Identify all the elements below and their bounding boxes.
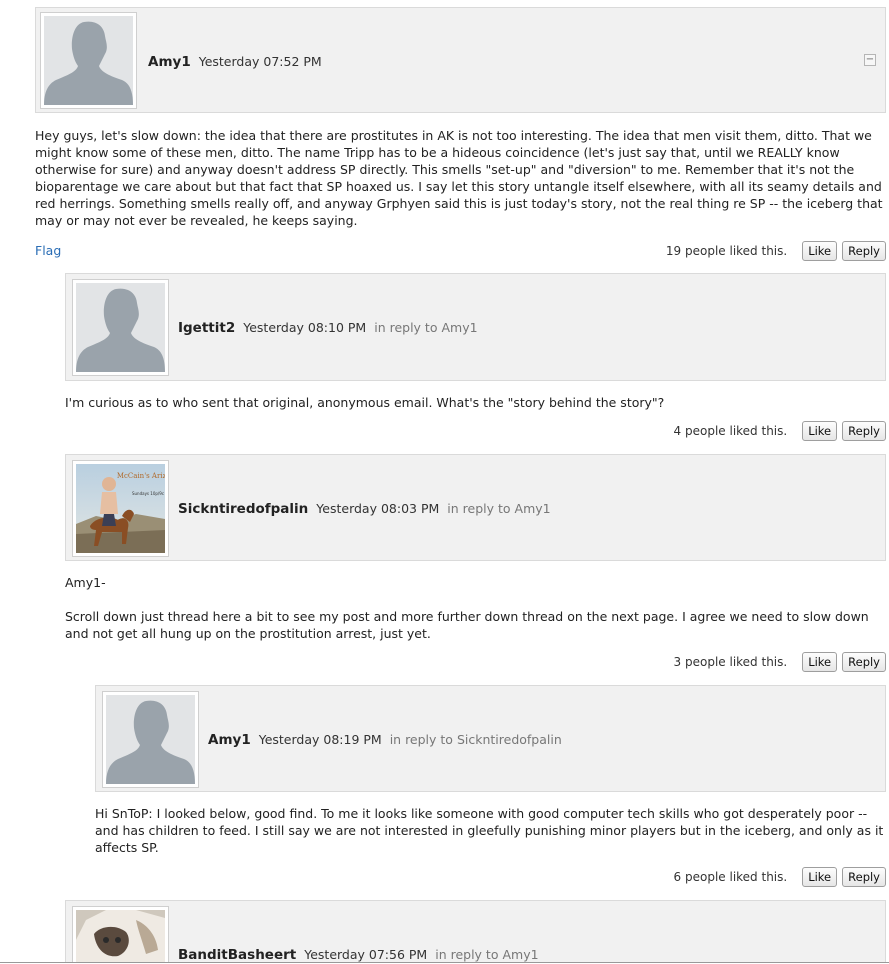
- reply-to: in reply to Amy1: [435, 947, 538, 962]
- reply-to: in reply to Sickntiredofpalin: [390, 732, 562, 747]
- comment-header: Igettit2 Yesterday 08:10 PM in reply to Am…: [65, 273, 886, 381]
- comment-header: Amy1 Yesterday 08:19 PM in reply to Sicknt…: [95, 685, 886, 792]
- comment-timestamp: Yesterday 07:56 PM: [304, 947, 428, 962]
- comment-actions: 19 people liked this. Like Reply: [666, 241, 886, 261]
- flag-link[interactable]: Flag: [35, 243, 61, 258]
- comment-author[interactable]: Amy1: [208, 732, 251, 748]
- reply-button[interactable]: Reply: [842, 867, 886, 887]
- comment-header: BanditBasheert Yesterday 07:56 PM in reply…: [65, 900, 886, 962]
- comment-actions: 3 people liked this. Like Reply: [674, 652, 886, 672]
- comment-actions: 4 people liked this. Like Reply: [674, 421, 886, 441]
- cat-photo-avatar-icon: [76, 910, 165, 962]
- comment-body: Hi SnToP: I looked below, good find. To …: [95, 805, 886, 873]
- default-avatar-icon: [106, 695, 195, 784]
- like-count: 6 people liked this.: [673, 870, 788, 884]
- comment: Amy1 Yesterday 08:19 PM in reply to Sicknt…: [95, 685, 886, 890]
- reply-button[interactable]: Reply: [842, 421, 886, 441]
- avatar[interactable]: [102, 691, 199, 788]
- like-button[interactable]: Like: [802, 652, 838, 672]
- reply-button[interactable]: Reply: [842, 241, 886, 261]
- avatar-subcaption: Sundays 10p/9c: [132, 491, 164, 496]
- like-count: 4 people liked this.: [673, 424, 788, 438]
- comment-timestamp: Yesterday 07:52 PM: [198, 54, 322, 69]
- reply-to-prefix: in reply to: [389, 732, 453, 747]
- comment: McCain's Arizona Sundays 10p/9c Sickntir…: [65, 454, 886, 674]
- reply-to-link[interactable]: Amy1: [441, 320, 477, 335]
- default-avatar-icon: [44, 16, 133, 105]
- reply-to-prefix: in reply to: [447, 501, 511, 516]
- reply-button[interactable]: Reply: [842, 652, 886, 672]
- comment-timestamp: Yesterday 08:19 PM: [258, 732, 382, 747]
- reply-to: in reply to Amy1: [374, 320, 477, 335]
- like-button[interactable]: Like: [802, 241, 838, 261]
- like-count: 19 people liked this.: [665, 244, 788, 258]
- viewport-bottom-border: [0, 962, 889, 963]
- avatar[interactable]: McCain's Arizona Sundays 10p/9c: [72, 460, 169, 557]
- comment: Igettit2 Yesterday 08:10 PM in reply to Am…: [65, 273, 886, 443]
- comment-actions: 6 people liked this. Like Reply: [674, 867, 886, 887]
- comment-author[interactable]: Sickntiredofpalin: [178, 501, 308, 517]
- comment-text: Hey guys, let's slow down: the idea that…: [35, 128, 883, 228]
- reply-to-prefix: in reply to: [435, 947, 499, 962]
- comment-header: Amy1 Yesterday 07:52 PM −: [35, 7, 886, 113]
- comment-body: Amy1- Scroll down just thread here a bit…: [65, 574, 886, 659]
- comment-timestamp: Yesterday 08:03 PM: [316, 501, 440, 516]
- default-avatar-icon: [76, 283, 165, 372]
- collapse-icon[interactable]: −: [864, 54, 876, 66]
- comment: BanditBasheert Yesterday 07:56 PM in reply…: [65, 900, 886, 962]
- comment-text: I'm curious as to who sent that original…: [65, 395, 665, 410]
- reply-to-link[interactable]: Amy1: [515, 501, 551, 516]
- reply-to: in reply to Amy1: [447, 501, 550, 516]
- like-button[interactable]: Like: [802, 421, 838, 441]
- comment-author[interactable]: BanditBasheert: [178, 947, 296, 962]
- comment: Amy1 Yesterday 07:52 PM − Hey guys, let's…: [35, 7, 886, 273]
- reply-to-prefix: in reply to: [374, 320, 438, 335]
- comment-header: McCain's Arizona Sundays 10p/9c Sickntir…: [65, 454, 886, 561]
- comment-text: Scroll down just thread here a bit to se…: [65, 609, 869, 641]
- photo-avatar-icon: McCain's Arizona Sundays 10p/9c: [76, 464, 165, 553]
- comment-timestamp: Yesterday 08:10 PM: [243, 320, 367, 335]
- comment-body: Hey guys, let's slow down: the idea that…: [35, 127, 886, 246]
- comment-text: Amy1-: [65, 575, 106, 590]
- reply-to-link[interactable]: Amy1: [502, 947, 538, 962]
- comment-author[interactable]: Igettit2: [178, 320, 235, 336]
- comment-author[interactable]: Amy1: [148, 54, 191, 70]
- comment-text: Hi SnToP: I looked below, good find. To …: [95, 806, 884, 855]
- avatar[interactable]: [72, 279, 169, 376]
- like-count: 3 people liked this.: [673, 655, 788, 669]
- reply-to-link[interactable]: Sickntiredofpalin: [457, 732, 562, 747]
- avatar-caption: McCain's Arizona: [117, 472, 165, 480]
- avatar[interactable]: [40, 12, 137, 109]
- like-button[interactable]: Like: [802, 867, 838, 887]
- avatar[interactable]: [72, 906, 169, 962]
